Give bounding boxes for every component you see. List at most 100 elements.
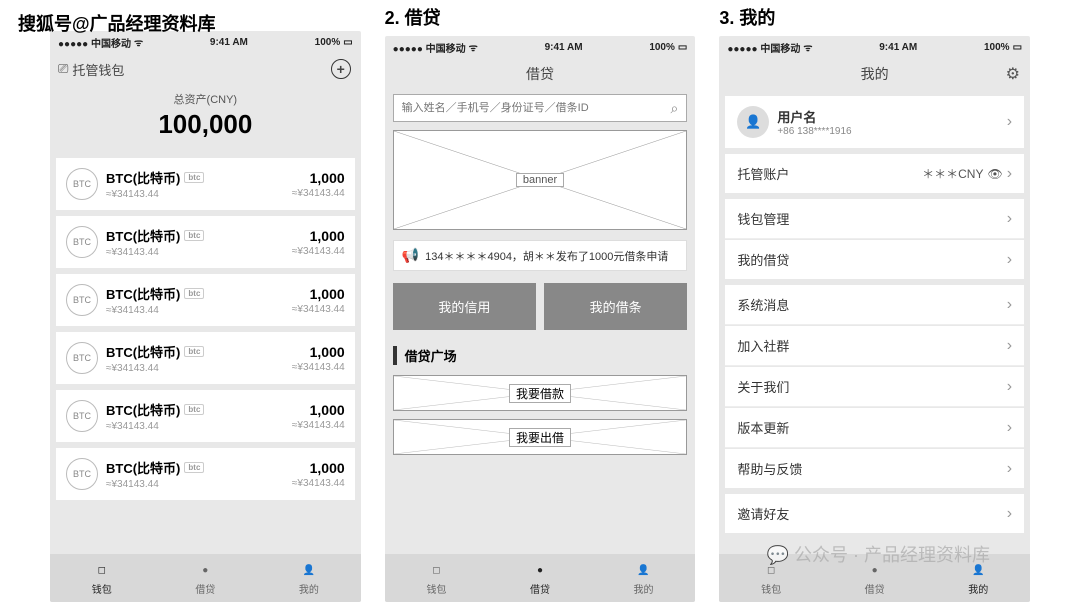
my-credit-button[interactable]: 我的信用	[393, 283, 536, 330]
tab-wallet[interactable]: ◻钱包	[426, 560, 446, 596]
screen-lending: ●●●●● 中国移动 ᯤ 9:41 AM 100% ▭ 借贷 ⌕ banner …	[385, 36, 696, 602]
asset-amount: 1,000	[292, 402, 345, 418]
asset-amount-sub: ≈¥34143.44	[292, 362, 345, 373]
asset-name: BTC(比特币) btc	[106, 400, 284, 419]
battery-icon: ▭	[678, 42, 687, 53]
search-input[interactable]: ⌕	[393, 94, 688, 122]
asset-amount-sub: ≈¥34143.44	[292, 246, 345, 257]
wallet-icon: ◻	[92, 560, 112, 580]
asset-row[interactable]: BTCBTC(比特币) btc≈¥34143.441,000≈¥34143.44	[56, 448, 355, 500]
menu-item[interactable]: 钱包管理 ›	[725, 199, 1024, 239]
tab-lending[interactable]: ● 借贷	[195, 560, 215, 596]
nav-bar: 我的 ⚙	[719, 58, 1030, 90]
coin-icon: BTC	[66, 168, 98, 200]
borrow-button[interactable]: 我要借款	[393, 375, 688, 411]
wifi-icon: ᯤ	[803, 40, 812, 54]
trust-account-row[interactable]: 托管账户 ＊＊＊CNY 👁 ›	[725, 154, 1024, 193]
asset-amount-sub: ≈¥34143.44	[292, 304, 345, 315]
chevron-right-icon: ›	[1007, 337, 1012, 355]
asset-tag: btc	[184, 404, 204, 415]
asset-name: BTC(比特币) btc	[106, 458, 284, 477]
menu-item[interactable]: 我的借贷 ›	[725, 240, 1024, 279]
menu-item[interactable]: 加入社群›	[725, 326, 1024, 366]
chevron-right-icon: ›	[1007, 296, 1012, 314]
asset-amount: 1,000	[292, 170, 345, 186]
menu-label: 钱包管理	[737, 209, 789, 228]
search-field[interactable]	[402, 102, 671, 114]
asset-amount: 1,000	[292, 228, 345, 244]
asset-row[interactable]: BTCBTC(比特币) btc≈¥34143.441,000≈¥34143.44	[56, 274, 355, 326]
chevron-right-icon: ›	[1007, 251, 1012, 269]
asset-amount: 1,000	[292, 344, 345, 360]
wallet-icon: ⎚	[58, 61, 68, 77]
chevron-right-icon: ›	[1007, 505, 1012, 523]
wallet-icon: ◻	[426, 560, 446, 580]
asset-row[interactable]: BTC BTC(比特币) btc ≈¥34143.44 1,000 ≈¥34143.44	[56, 216, 355, 268]
nav-title-mine: 我的	[861, 64, 889, 84]
asset-tag: btc	[184, 230, 204, 241]
chevron-right-icon: ›	[1007, 419, 1012, 437]
nav-title-lending: 借贷	[526, 64, 554, 84]
asset-row[interactable]: BTC BTC(比特币) btc ≈¥34143.44 1,000 ≈¥34143.44	[56, 332, 355, 384]
nav-bar: ⎚ 托管钱包 +	[50, 53, 361, 85]
my-iou-button[interactable]: 我的借条	[544, 283, 687, 330]
lend-button[interactable]: 我要出借	[393, 419, 688, 455]
coin-icon: BTC	[66, 458, 98, 490]
asset-tag: btc	[184, 346, 204, 357]
asset-row[interactable]: BTCBTC(比特币) btc≈¥34143.441,000≈¥34143.44	[56, 390, 355, 442]
chevron-right-icon: ›	[1007, 210, 1012, 228]
coin-icon: BTC	[66, 342, 98, 374]
menu-item[interactable]: 邀请好友 ›	[725, 494, 1024, 533]
asset-tag: btc	[184, 462, 204, 473]
asset-tag: btc	[184, 288, 204, 299]
menu-item[interactable]: 关于我们›	[725, 367, 1024, 407]
tab-wallet[interactable]: ◻ 钱包	[92, 560, 112, 596]
asset-sub: ≈¥34143.44	[106, 247, 284, 258]
chevron-right-icon: ›	[1007, 113, 1012, 131]
status-bar: ●●●●● 中国移动 ᯤ 9:41 AM 100% ▭	[719, 36, 1030, 58]
screen-mine: ●●●●● 中国移动 ᯤ 9:41 AM 100% ▭ 我的 ⚙ 👤 用户名 +…	[719, 36, 1030, 602]
menu-label: 邀请好友	[737, 504, 789, 523]
menu-item[interactable]: 系统消息 ›	[725, 285, 1024, 325]
mine-icon: 👤	[299, 560, 319, 580]
watermark-top: 搜狐号@广品经理资料库	[18, 10, 216, 36]
phone-label: +86 138****1916	[777, 126, 851, 137]
nav-bar: 借贷	[385, 58, 696, 90]
banner-placeholder[interactable]: banner	[393, 130, 688, 230]
asset-name: BTC(比特币) btc	[106, 284, 284, 303]
username-label: 用户名	[777, 107, 851, 126]
menu-label: 我的借贷	[737, 250, 789, 269]
avatar: 👤	[737, 106, 769, 138]
asset-name: BTC(比特币) btc	[106, 226, 284, 245]
asset-tag: btc	[184, 172, 204, 183]
megaphone-icon: 📢	[402, 247, 419, 264]
menu-item[interactable]: 帮助与反馈›	[725, 449, 1024, 488]
tab-lending[interactable]: ●借贷	[530, 560, 550, 596]
asset-amount-sub: ≈¥34143.44	[292, 478, 345, 489]
section-title-3: 3. 我的	[719, 4, 1030, 30]
gear-icon[interactable]: ⚙	[1006, 64, 1020, 84]
search-icon[interactable]: ⌕	[671, 100, 679, 117]
coin-icon: BTC	[66, 400, 98, 432]
section-title-2: 2. 借贷	[385, 4, 696, 30]
tab-mine[interactable]: 👤我的	[634, 560, 654, 596]
asset-name: BTC(比特币) btc	[106, 168, 284, 187]
eye-icon[interactable]: 👁	[987, 167, 1002, 181]
tab-bar: ◻ 钱包 ● 借贷 👤 我的	[50, 554, 361, 602]
status-bar: ●●●●● 中国移动 ᯤ 9:41 AM 100% ▭	[385, 36, 696, 58]
asset-sub: ≈¥34143.44	[106, 363, 284, 374]
menu-item[interactable]: 版本更新›	[725, 408, 1024, 448]
asset-name: BTC(比特币) btc	[106, 342, 284, 361]
asset-sub: ≈¥34143.44	[106, 305, 284, 316]
asset-sub: ≈¥34143.44	[106, 421, 284, 432]
menu-label: 系统消息	[737, 295, 789, 314]
add-button[interactable]: +	[331, 59, 351, 79]
tab-mine[interactable]: 👤 我的	[299, 560, 319, 596]
profile-row[interactable]: 👤 用户名 +86 138****1916 ›	[725, 96, 1024, 148]
lending-icon: ●	[195, 560, 215, 580]
asset-row[interactable]: BTCBTC(比特币) btc≈¥34143.441,000≈¥34143.44	[56, 158, 355, 210]
chevron-right-icon: ›	[1007, 165, 1012, 183]
asset-amount: 1,000	[292, 460, 345, 476]
coin-icon: BTC	[66, 226, 98, 258]
menu-label: 帮助与反馈	[737, 459, 802, 478]
